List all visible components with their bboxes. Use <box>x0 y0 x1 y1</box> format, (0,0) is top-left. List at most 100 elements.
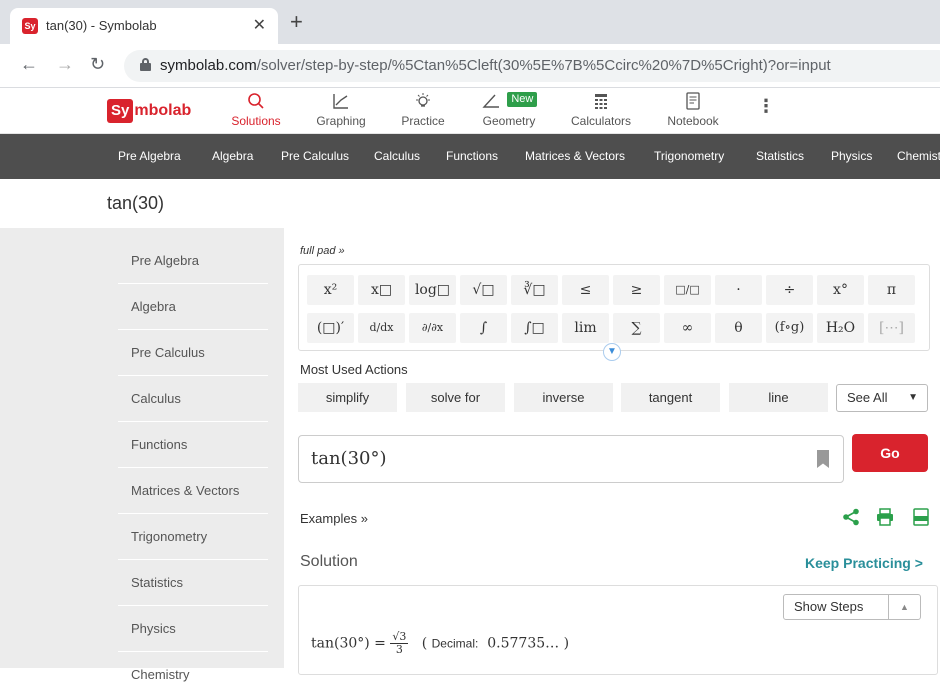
key-nth-root[interactable]: ∛□ <box>511 275 558 305</box>
examples-link[interactable]: Examples » <box>300 511 368 526</box>
pdf-icon[interactable] <box>912 508 930 531</box>
more-menu-icon[interactable]: ⋮ <box>756 96 776 117</box>
sidebar-item-matrices-vectors[interactable]: Matrices & Vectors <box>118 468 268 514</box>
new-tab-icon[interactable]: + <box>290 11 303 33</box>
action-inverse[interactable]: inverse <box>514 383 613 412</box>
bookmark-icon[interactable] <box>817 450 829 468</box>
chevron-down-icon[interactable]: ▼ <box>603 343 621 361</box>
subject-algebra[interactable]: Algebra <box>212 149 253 163</box>
sidebar-item-algebra[interactable]: Algebra <box>118 284 268 330</box>
key-x-squared[interactable]: x² <box>307 275 354 305</box>
sidebar-item-statistics[interactable]: Statistics <box>118 560 268 606</box>
show-steps-select[interactable]: Show Steps ▲ <box>783 594 921 620</box>
action-line[interactable]: line <box>729 383 828 412</box>
symbolab-logo[interactable]: Sy mbolab <box>107 99 191 123</box>
key-less-equal[interactable]: ≤ <box>562 275 609 305</box>
sidebar-item-pre-calculus[interactable]: Pre Calculus <box>118 330 268 376</box>
caret-down-icon: ▼ <box>908 392 918 403</box>
key-chemistry[interactable]: H₂O <box>817 313 864 343</box>
decimal-label: Decimal: <box>431 636 479 651</box>
share-icon[interactable] <box>842 508 860 531</box>
key-x-power[interactable]: x□ <box>358 275 405 305</box>
browser-address-bar: ← → ↻ symbolab.com/solver/step-by-step/%… <box>0 44 940 88</box>
key-sqrt[interactable]: √□ <box>460 275 507 305</box>
subject-chemistry[interactable]: Chemistry <box>897 149 940 163</box>
sidebar-item-functions[interactable]: Functions <box>118 422 268 468</box>
site-header: Sy mbolab Solutions Graphing Practice New… <box>0 88 940 134</box>
browser-tabstrip: Sy tan(30) - Symbolab ✕ + <box>0 0 940 44</box>
key-definite-integral[interactable]: ∫□ <box>511 313 558 343</box>
close-tab-icon[interactable]: ✕ <box>253 15 266 35</box>
key-infinity[interactable]: ∞ <box>664 313 711 343</box>
reload-icon[interactable]: ↻ <box>90 54 105 75</box>
tab-title: tan(30) - Symbolab <box>46 18 157 33</box>
browser-tab[interactable]: Sy tan(30) - Symbolab ✕ <box>10 8 278 44</box>
key-degree[interactable]: x° <box>817 275 864 305</box>
sidebar-item-chemistry[interactable]: Chemistry <box>118 652 268 698</box>
key-sum[interactable]: ∑ <box>613 313 660 343</box>
action-tangent[interactable]: tangent <box>621 383 720 412</box>
subject-trigonometry[interactable]: Trigonometry <box>654 149 724 163</box>
key-theta[interactable]: θ <box>715 313 762 343</box>
solution-box: Show Steps ▲ tan(30°) = √3 3 ( Decimal: 0… <box>298 585 938 675</box>
expression-text: tan(30°) <box>311 448 387 469</box>
key-partial[interactable]: ∂/∂x <box>409 313 456 343</box>
key-composition[interactable]: (f∘g) <box>766 313 813 343</box>
see-all-dropdown[interactable]: See All ▼ <box>836 384 928 412</box>
full-pad-link[interactable]: full pad » <box>300 245 345 257</box>
subject-bar: Pre Algebra Algebra Pre Calculus Calculu… <box>0 134 940 179</box>
action-solve-for[interactable]: solve for <box>406 383 505 412</box>
angle-icon: New <box>476 92 542 114</box>
expression-input[interactable]: tan(30°) <box>298 435 844 483</box>
subject-calculus[interactable]: Calculus <box>374 149 420 163</box>
key-log[interactable]: log□ <box>409 275 456 305</box>
subject-physics[interactable]: Physics <box>831 149 872 163</box>
key-matrix[interactable]: [⋯] <box>868 313 915 343</box>
nav-geometry[interactable]: New Geometry <box>476 92 542 128</box>
sidebar-item-trigonometry[interactable]: Trigonometry <box>118 514 268 560</box>
key-divide[interactable]: ÷ <box>766 275 813 305</box>
key-integral[interactable]: ∫ <box>460 313 507 343</box>
sidebar-item-physics[interactable]: Physics <box>118 606 268 652</box>
keep-practicing-link[interactable]: Keep Practicing > <box>805 555 923 571</box>
sidebar: Pre Algebra Algebra Pre Calculus Calculu… <box>0 228 284 698</box>
fraction: √3 3 <box>390 630 409 656</box>
key-pi[interactable]: π <box>868 275 915 305</box>
go-button[interactable]: Go <box>852 434 928 472</box>
new-badge: New <box>507 92 538 107</box>
most-used-label: Most Used Actions <box>300 362 408 377</box>
nav-graphing[interactable]: Graphing <box>312 92 370 128</box>
math-keypad: x² x□ log□ √□ ∛□ ≤ ≥ □/□ · ÷ x° π (□)′ d… <box>298 264 930 351</box>
nav-solutions[interactable]: Solutions <box>228 92 284 128</box>
key-dot[interactable]: · <box>715 275 762 305</box>
solution-label: Solution <box>300 553 358 570</box>
sidebar-item-calculus[interactable]: Calculus <box>118 376 268 422</box>
sidebar-item-pre-algebra[interactable]: Pre Algebra <box>118 238 268 284</box>
nav-calculators[interactable]: Calculators <box>568 92 634 128</box>
nav-practice[interactable]: Practice <box>396 92 450 128</box>
back-arrow-icon[interactable]: ← <box>20 54 38 75</box>
subject-statistics[interactable]: Statistics <box>756 149 804 163</box>
key-greater-equal[interactable]: ≥ <box>613 275 660 305</box>
key-prime[interactable]: (□)′ <box>307 313 354 343</box>
url-field[interactable]: symbolab.com/solver/step-by-step/%5Ctan%… <box>124 50 940 82</box>
solution-expression: tan(30°) = √3 3 ( Decimal: 0.57735… ) <box>311 630 570 656</box>
search-icon <box>228 92 284 114</box>
forward-arrow-icon[interactable]: → <box>56 54 74 75</box>
subject-pre-algebra[interactable]: Pre Algebra <box>118 149 181 163</box>
key-derivative[interactable]: d/dx <box>358 313 405 343</box>
subject-pre-calculus[interactable]: Pre Calculus <box>281 149 349 163</box>
key-fraction[interactable]: □/□ <box>664 275 711 305</box>
action-simplify[interactable]: simplify <box>298 383 397 412</box>
graph-icon <box>312 92 370 114</box>
subject-matrices-vectors[interactable]: Matrices & Vectors <box>525 149 625 163</box>
symbolab-favicon: Sy <box>22 18 38 34</box>
page-title: tan(30) <box>107 193 165 213</box>
subject-functions[interactable]: Functions <box>446 149 498 163</box>
print-icon[interactable] <box>876 508 894 531</box>
key-limit[interactable]: lim <box>562 313 609 343</box>
notebook-icon <box>664 92 722 114</box>
nav-notebook[interactable]: Notebook <box>664 92 722 128</box>
spinner-arrows-icon: ▲ <box>888 595 920 619</box>
url-text: symbolab.com/solver/step-by-step/%5Ctan%… <box>160 57 831 74</box>
